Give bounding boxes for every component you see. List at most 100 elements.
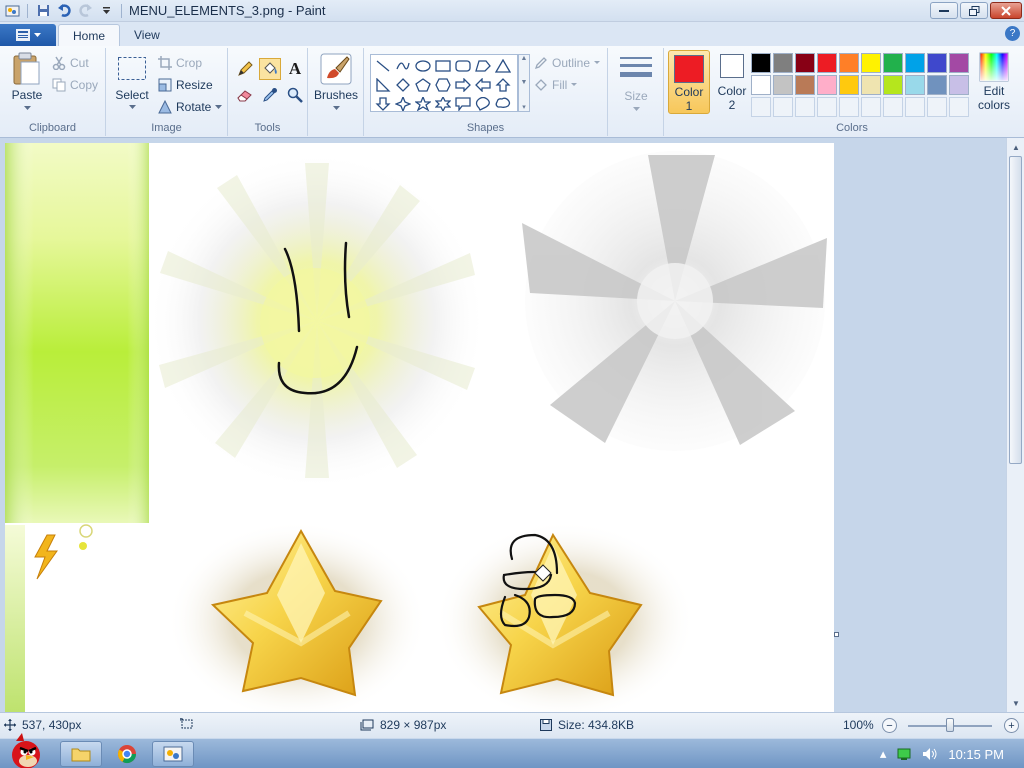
outline-button[interactable]: Outline: [534, 53, 601, 73]
shapes-scrollbar[interactable]: ▲ ▼ ▾: [518, 54, 530, 112]
color-swatch-r2-5[interactable]: [839, 75, 859, 95]
scrollbar-thumb[interactable]: [1009, 156, 1022, 464]
volume-icon[interactable]: [922, 747, 938, 761]
custom-color-slot-6[interactable]: [861, 97, 881, 117]
color-swatch-r2-8[interactable]: [905, 75, 925, 95]
rotate-button[interactable]: Rotate: [158, 97, 223, 117]
line-shape-icon[interactable]: [373, 56, 393, 75]
color-swatch-r1-7[interactable]: [883, 53, 903, 73]
crop-button[interactable]: Crop: [158, 53, 202, 73]
polygon-shape-icon[interactable]: [473, 56, 493, 75]
color-picker-icon[interactable]: [259, 84, 281, 106]
custom-color-slot-8[interactable]: [905, 97, 925, 117]
color-swatch-r1-1[interactable]: [751, 53, 771, 73]
triangle-shape-icon[interactable]: [493, 56, 513, 75]
custom-color-slot-3[interactable]: [795, 97, 815, 117]
color2-button[interactable]: Color 2: [714, 54, 750, 112]
save-icon[interactable]: [34, 2, 52, 20]
help-icon[interactable]: ?: [1005, 26, 1020, 41]
five-point-star-shape-icon[interactable]: [413, 94, 433, 113]
paste-button[interactable]: Paste: [8, 52, 46, 111]
oval-callout-shape-icon[interactable]: [473, 94, 493, 113]
magnifier-icon[interactable]: [284, 84, 306, 106]
scroll-up-icon[interactable]: ▲: [1008, 139, 1024, 155]
color-swatch-r2-4[interactable]: [817, 75, 837, 95]
cloud-callout-shape-icon[interactable]: [493, 94, 513, 113]
scroll-down-icon[interactable]: ▼: [1008, 695, 1024, 711]
text-icon[interactable]: A: [284, 58, 306, 80]
color-swatch-r1-8[interactable]: [905, 53, 925, 73]
custom-color-slot-7[interactable]: [883, 97, 903, 117]
color-swatch-r2-3[interactable]: [795, 75, 815, 95]
zoom-slider-thumb[interactable]: [946, 718, 954, 732]
fill-bucket-icon[interactable]: [259, 58, 281, 80]
custom-color-slot-5[interactable]: [839, 97, 859, 117]
customize-qat-icon[interactable]: [97, 2, 115, 20]
zoom-in-button[interactable]: +: [1004, 718, 1019, 733]
color-swatch-r2-6[interactable]: [861, 75, 881, 95]
tray-expand-icon[interactable]: ▴: [880, 746, 887, 762]
eraser-icon[interactable]: [234, 84, 256, 106]
color-swatch-r2-9[interactable]: [927, 75, 947, 95]
diamond-shape-icon[interactable]: [393, 75, 413, 94]
fill-button[interactable]: Fill: [534, 75, 578, 95]
undo-icon[interactable]: [55, 2, 73, 20]
rounded-rectangle-shape-icon[interactable]: [453, 56, 473, 75]
restore-button[interactable]: [960, 2, 988, 19]
redo-icon[interactable]: [76, 2, 94, 20]
color-swatch-r1-10[interactable]: [949, 53, 969, 73]
pentagon-shape-icon[interactable]: [413, 75, 433, 94]
color-swatch-r1-4[interactable]: [817, 53, 837, 73]
start-button[interactable]: [2, 733, 50, 768]
hexagon-shape-icon[interactable]: [433, 75, 453, 94]
color1-button[interactable]: Color 1: [668, 50, 710, 114]
color-swatch-r1-5[interactable]: [839, 53, 859, 73]
color-swatch-r2-2[interactable]: [773, 75, 793, 95]
zoom-out-button[interactable]: −: [882, 718, 897, 733]
size-button[interactable]: Size: [616, 54, 656, 112]
cut-button[interactable]: Cut: [52, 53, 89, 73]
copy-button[interactable]: Copy: [52, 75, 98, 95]
tab-view[interactable]: View: [120, 24, 174, 46]
resize-handle-right[interactable]: [834, 632, 839, 637]
custom-color-slot-9[interactable]: [927, 97, 947, 117]
six-point-star-shape-icon[interactable]: [433, 94, 453, 113]
curve-shape-icon[interactable]: [393, 56, 413, 75]
custom-color-slot-1[interactable]: [751, 97, 771, 117]
custom-color-slot-2[interactable]: [773, 97, 793, 117]
edit-colors-button[interactable]: Edit colors: [974, 52, 1014, 112]
drawing-canvas[interactable]: [5, 143, 834, 712]
oval-shape-icon[interactable]: [413, 56, 433, 75]
rectangle-shape-icon[interactable]: [433, 56, 453, 75]
paint-menu-button[interactable]: [0, 24, 56, 46]
tab-home[interactable]: Home: [58, 24, 121, 46]
resize-button[interactable]: Resize: [158, 75, 213, 95]
taskbar-paint-button[interactable]: [152, 741, 194, 767]
right-triangle-shape-icon[interactable]: [373, 75, 393, 94]
rect-callout-shape-icon[interactable]: [453, 94, 473, 113]
down-arrow-shape-icon[interactable]: [373, 94, 393, 113]
select-button[interactable]: Select: [114, 56, 150, 110]
color-swatch-r2-10[interactable]: [949, 75, 969, 95]
color-swatch-r2-1[interactable]: [751, 75, 771, 95]
pencil-icon[interactable]: [234, 58, 256, 80]
custom-color-slot-10[interactable]: [949, 97, 969, 117]
brushes-button[interactable]: Brushes: [313, 52, 359, 111]
color-swatch-r1-9[interactable]: [927, 53, 947, 73]
color-swatch-r2-7[interactable]: [883, 75, 903, 95]
vertical-scrollbar[interactable]: ▲ ▼: [1006, 138, 1024, 712]
network-icon[interactable]: [896, 747, 912, 761]
taskbar-chrome-button[interactable]: [106, 741, 148, 767]
four-point-star-shape-icon[interactable]: [393, 94, 413, 113]
color-swatch-r1-6[interactable]: [861, 53, 881, 73]
color-swatch-r1-3[interactable]: [795, 53, 815, 73]
up-arrow-shape-icon[interactable]: [493, 75, 513, 94]
taskbar-explorer-button[interactable]: [60, 741, 102, 767]
left-arrow-shape-icon[interactable]: [473, 75, 493, 94]
custom-color-slot-4[interactable]: [817, 97, 837, 117]
minimize-button[interactable]: [930, 2, 958, 19]
right-arrow-shape-icon[interactable]: [453, 75, 473, 94]
color-swatch-r1-2[interactable]: [773, 53, 793, 73]
paint-app-icon[interactable]: [3, 2, 21, 20]
close-button[interactable]: [990, 2, 1022, 19]
